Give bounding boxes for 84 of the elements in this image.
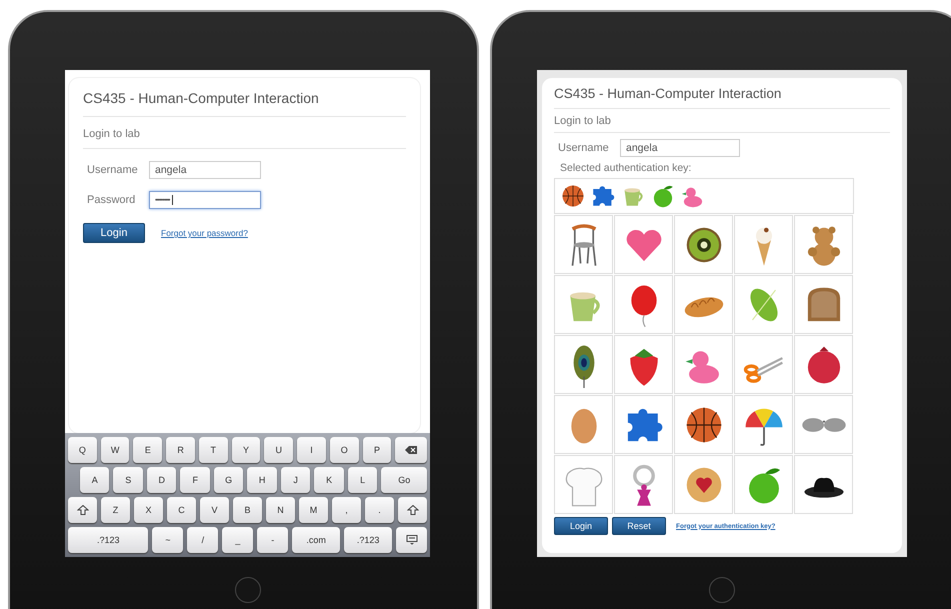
form-button[interactable]: Login [554,517,608,535]
keyboard-key[interactable]: P [362,437,392,463]
image-tile[interactable] [674,215,733,274]
keyboard-key[interactable]: I [297,437,326,463]
course-title: CS435 - Human-Computer Interaction [83,90,406,117]
keyboard-key[interactable]: M [299,497,328,523]
forgot-password-link[interactable]: Forgot your password? [161,228,248,238]
backspace-icon [405,445,418,455]
keyboard-key[interactable]: D [146,467,176,493]
keyboard-key[interactable]: U [264,437,294,463]
keyboard-key[interactable]: X [134,497,163,523]
image-tile[interactable] [554,335,613,394]
keyboard-key[interactable]: C [167,497,196,523]
sunglasses-icon [800,416,846,432]
image-tile[interactable] [614,335,673,394]
image-tile[interactable] [794,455,853,514]
keyboard-key[interactable]: ~ [152,527,184,553]
course-title: CS435 - Human-Computer Interaction [554,86,890,109]
keyboard-key[interactable]: K [314,467,344,493]
keyboard-key[interactable]: Z [101,497,130,523]
keyboard-key[interactable]: , [332,497,361,523]
image-tile[interactable] [554,395,613,454]
keyboard-key[interactable]: Y [232,437,260,463]
keyboard-key[interactable]: S [113,467,143,493]
keyboard-key[interactable]: R [166,437,195,463]
keyboard-key[interactable]: . [365,497,394,523]
input-field[interactable]: angela [620,139,740,157]
keyboard-key[interactable]: T [198,437,228,463]
image-tile[interactable] [734,275,793,334]
keyboard-key[interactable]: _ [222,527,254,553]
keyboard-key[interactable]: .com [292,527,340,553]
image-tile[interactable] [794,335,853,394]
image-tile[interactable] [794,215,853,274]
keyboard-key[interactable]: V [200,497,229,523]
image-tile[interactable] [554,215,613,274]
keyboard-key[interactable]: Go [381,467,428,493]
field-label: Username [558,142,610,154]
image-tile[interactable] [674,335,733,394]
keyboard-key[interactable]: .?123 [68,527,148,553]
image-tile[interactable] [674,395,733,454]
image-tile[interactable] [794,275,853,334]
image-tile[interactable] [674,275,733,334]
image-tile[interactable] [554,275,613,334]
keyboard-key[interactable]: N [266,497,295,523]
field-label: Password [87,194,136,206]
image-tile[interactable] [554,455,613,514]
key-label: Selected authentication key: [559,162,692,174]
shift-key[interactable] [68,497,97,523]
keyboard-key[interactable]: Q [68,437,97,463]
image-tile[interactable] [614,275,673,334]
shift-icon [76,505,88,515]
section-title: Login to lab [83,117,406,149]
image-tile[interactable] [794,395,853,454]
shift-key[interactable] [398,497,427,523]
image-tile[interactable] [614,455,673,514]
keyboard-key[interactable]: L [348,467,378,493]
image-tile[interactable] [734,395,793,454]
login-button[interactable]: Login [83,223,145,243]
shift-icon [406,505,418,515]
image-tile[interactable] [614,395,673,454]
keyboard-key[interactable]: H [247,467,277,493]
keyboard-key[interactable]: B [233,497,262,523]
keyboard-key[interactable]: A [80,467,110,493]
field-label: Username [87,164,139,176]
keyboard-key[interactable]: E [133,437,162,463]
section-title: Login to lab [554,109,890,133]
keyboard-key[interactable]: / [187,527,218,553]
keyboard-icon [406,535,418,545]
hide-key[interactable] [396,527,428,553]
image-tile[interactable] [734,335,793,394]
keyboard-key[interactable]: - [257,527,288,553]
backspace-key[interactable] [395,437,427,463]
keyboard-key[interactable]: G [214,467,244,493]
keyboard-key[interactable]: J [280,467,310,493]
keyboard-key[interactable]: O [330,437,359,463]
keyboard-key[interactable]: F [180,467,210,493]
image-tile[interactable] [734,455,793,514]
image-tile[interactable] [674,455,733,514]
image-tile[interactable] [614,215,673,274]
image-tile[interactable] [734,215,793,274]
keyboard-key[interactable]: W [100,437,130,463]
keyboard-key[interactable]: .?123 [344,527,392,553]
form-button[interactable]: Reset [612,517,666,535]
input-field[interactable]: angela [149,161,261,179]
